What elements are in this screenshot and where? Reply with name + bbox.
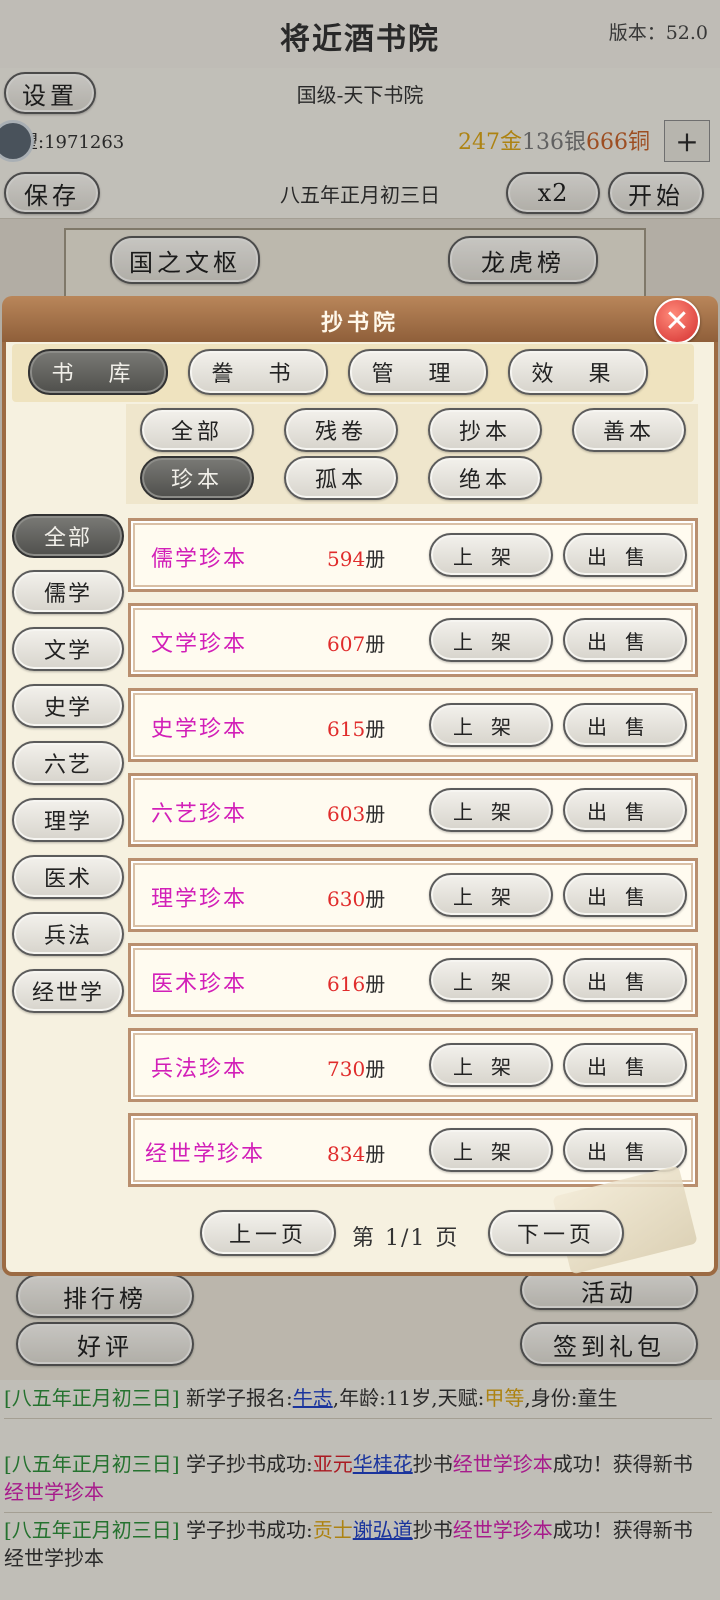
book-count: 594册 [327,547,386,571]
page-indicator: 第 1/1 页 [352,1226,460,1251]
book-row: 医术珍本 616册 上架 出售 [128,943,698,1017]
shelve-button[interactable]: 上架 [429,533,553,577]
shelve-button[interactable]: 上架 [429,618,553,662]
sell-button[interactable]: 出售 [563,703,687,747]
book-row: 兵法珍本 730册 上架 出售 [128,1028,698,1102]
book-name: 经世学珍本 [145,1142,266,1167]
category-history[interactable]: 史学 [12,684,124,728]
tab-effects[interactable]: 效 果 [508,349,648,395]
sell-button[interactable]: 出售 [563,788,687,832]
category-six-arts[interactable]: 六艺 [12,741,124,785]
book-count: 616册 [327,972,386,996]
copy-academy-dialog: 抄书院 ✕ 书 库 誊 书 管 理 效 果 全部 残卷 抄本 善本 珍本 孤本 … [2,296,718,1276]
book-count: 630册 [327,887,386,911]
filter-lost[interactable]: 绝本 [428,456,542,500]
book-row: 史学珍本 615册 上架 出售 [128,688,698,762]
book-name: 医术珍本 [151,972,248,997]
sell-button[interactable]: 出售 [563,958,687,1002]
dialog-header: 抄书院 ✕ [2,296,718,344]
dialog-title: 抄书院 [320,310,399,336]
book-name: 史学珍本 [151,717,248,742]
category-confucian[interactable]: 儒学 [12,570,124,614]
book-row: 文学珍本 607册 上架 出售 [128,603,698,677]
category-medicine[interactable]: 医术 [12,855,124,899]
tab-library[interactable]: 书 库 [28,349,168,395]
book-row: 经世学珍本 834册 上架 出售 [128,1113,698,1187]
filter-rare[interactable]: 珍本 [140,456,254,500]
sell-button[interactable]: 出售 [563,1043,687,1087]
shelve-button[interactable]: 上架 [429,873,553,917]
book-name: 六艺珍本 [151,802,248,827]
book-count: 607册 [327,632,386,656]
book-count: 834册 [327,1142,386,1166]
filter-copy[interactable]: 抄本 [428,408,542,452]
book-count: 615册 [327,717,386,741]
tab-bar: 书 库 誊 书 管 理 效 果 [12,344,694,402]
sell-button[interactable]: 出售 [563,873,687,917]
prev-page-button[interactable]: 上一页 [200,1210,336,1256]
shelve-button[interactable]: 上架 [429,1128,553,1172]
close-icon[interactable]: ✕ [654,298,700,344]
sell-button[interactable]: 出售 [563,618,687,662]
filter-unique[interactable]: 孤本 [284,456,398,500]
book-count: 730册 [327,1057,386,1081]
shelve-button[interactable]: 上架 [429,1043,553,1087]
book-count: 603册 [327,802,386,826]
sell-button[interactable]: 出售 [563,1128,687,1172]
filter-fine[interactable]: 善本 [572,408,686,452]
book-name: 理学珍本 [151,887,248,912]
rarity-filter-bar: 全部 残卷 抄本 善本 珍本 孤本 绝本 [126,404,698,504]
tab-transcribe[interactable]: 誊 书 [188,349,328,395]
book-name: 文学珍本 [151,632,248,657]
next-page-button[interactable]: 下一页 [488,1210,624,1256]
book-row: 六艺珍本 603册 上架 出售 [128,773,698,847]
filter-all[interactable]: 全部 [140,408,254,452]
category-neo-confucian[interactable]: 理学 [12,798,124,842]
book-name: 儒学珍本 [151,547,248,572]
shelve-button[interactable]: 上架 [429,958,553,1002]
book-row: 理学珍本 630册 上架 出售 [128,858,698,932]
book-name: 兵法珍本 [151,1057,248,1082]
category-all[interactable]: 全部 [12,514,124,558]
shelve-button[interactable]: 上架 [429,788,553,832]
shelve-button[interactable]: 上架 [429,703,553,747]
category-literature[interactable]: 文学 [12,627,124,671]
filter-fragment[interactable]: 残卷 [284,408,398,452]
tab-manage[interactable]: 管 理 [348,349,488,395]
category-military[interactable]: 兵法 [12,912,124,956]
category-statecraft[interactable]: 经世学 [12,969,124,1013]
book-row: 儒学珍本 594册 上架 出售 [128,518,698,592]
sell-button[interactable]: 出售 [563,533,687,577]
